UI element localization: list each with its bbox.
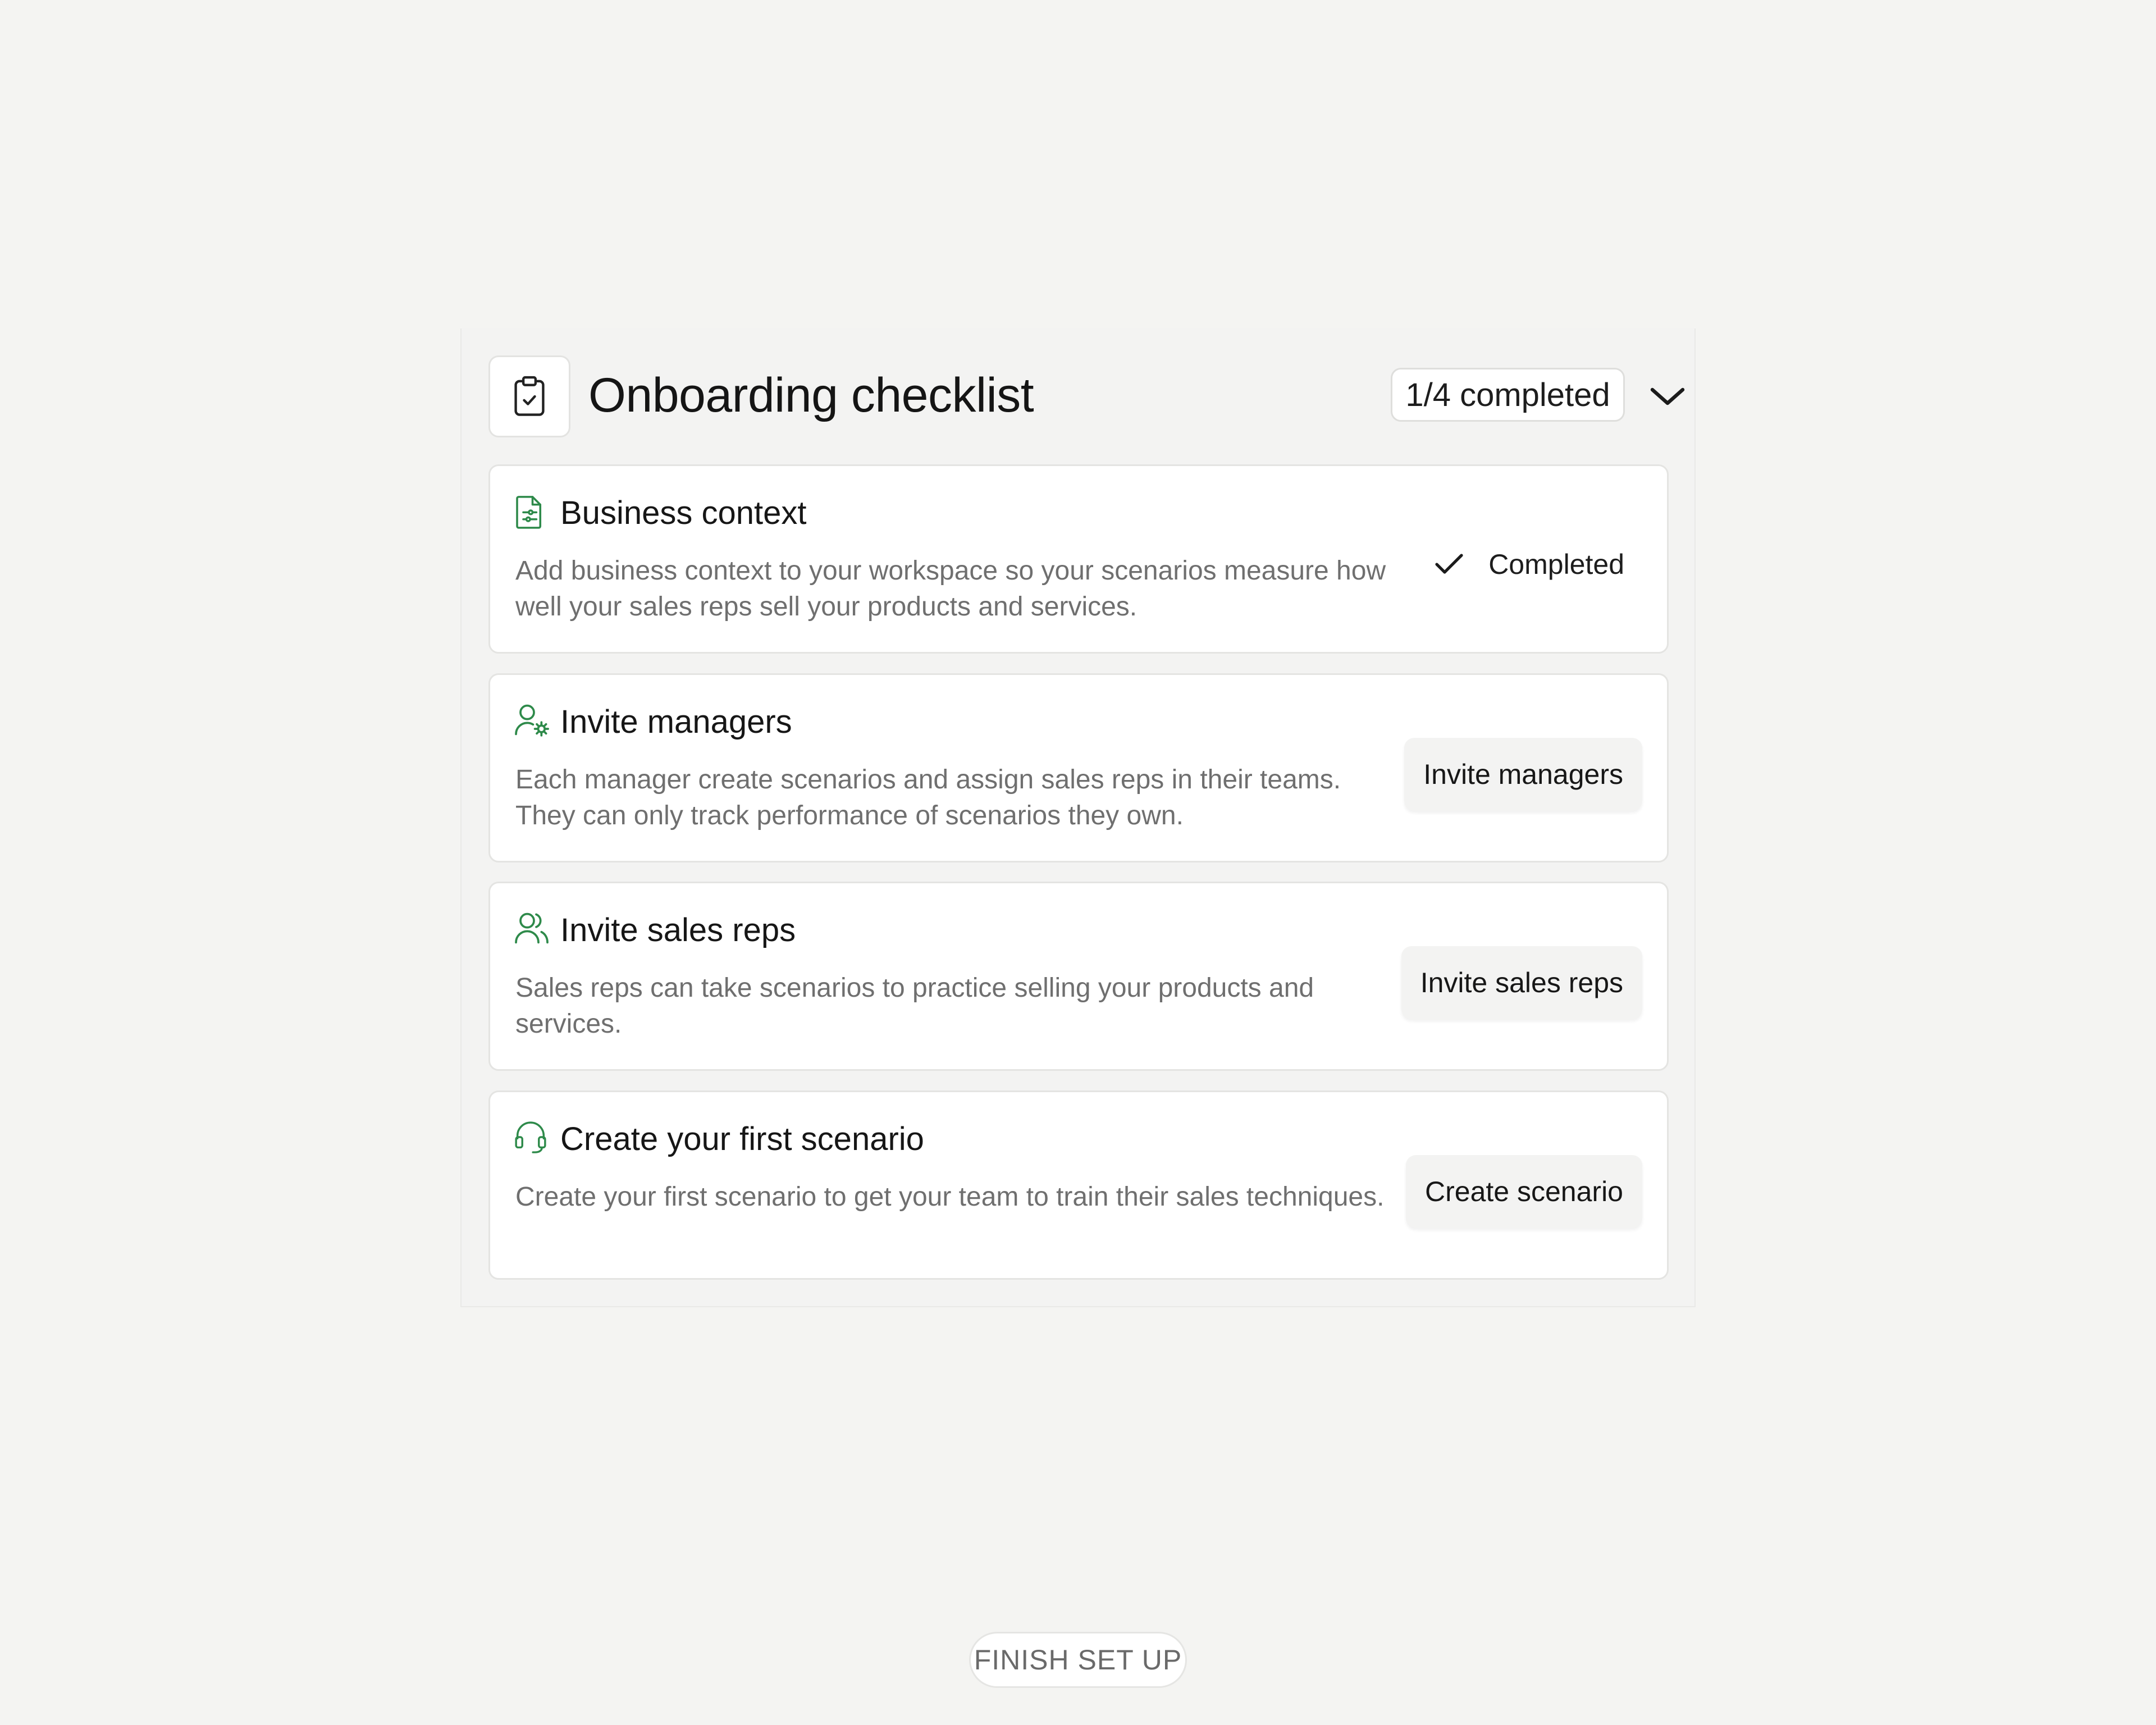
item-description: Each manager create scenarios and assign… <box>515 765 1341 830</box>
checklist-title: Onboarding checklist <box>588 368 1034 422</box>
progress-badge: 1/4 completed <box>1391 368 1625 422</box>
headset-icon <box>514 1119 551 1156</box>
item-title: Create your first scenario <box>560 1121 924 1157</box>
item-title: Business context <box>560 495 807 531</box>
user-gear-icon <box>514 702 551 739</box>
invite-sales-reps-button[interactable]: Invite sales reps <box>1401 946 1642 1019</box>
invite-managers-button[interactable]: Invite managers <box>1404 738 1642 811</box>
chevron-down-icon[interactable] <box>1645 381 1690 412</box>
document-settings-icon <box>514 493 551 530</box>
item-description: Add business context to your workspace s… <box>515 556 1386 622</box>
status-label: Completed <box>1488 549 1624 580</box>
checklist-item-business-context: Business context Add business context to… <box>488 464 1669 654</box>
checklist-item-invite-sales-reps: Invite sales reps Sales reps can take sc… <box>488 882 1669 1071</box>
checklist-header: Onboarding checklist 1/4 completed <box>488 355 1685 437</box>
item-title: Invite managers <box>560 704 792 740</box>
create-scenario-button[interactable]: Create scenario <box>1406 1155 1642 1228</box>
item-title: Invite sales reps <box>560 912 796 948</box>
finish-set-up-button[interactable]: FINISH SET UP <box>969 1632 1187 1688</box>
check-icon <box>1435 554 1463 574</box>
checklist-item-create-scenario: Create your first scenario Create your f… <box>488 1090 1669 1280</box>
checklist-item-invite-managers: Invite managers Each manager create scen… <box>488 673 1669 862</box>
item-description: Sales reps can take scenarios to practic… <box>515 973 1314 1039</box>
onboarding-checklist-panel: Onboarding checklist 1/4 completed Busin… <box>460 328 1696 1307</box>
clipboard-check-icon <box>488 355 570 437</box>
users-icon <box>514 910 551 947</box>
completed-status: Completed <box>1433 539 1624 590</box>
item-description: Create your first scenario to get your t… <box>515 1182 1385 1212</box>
